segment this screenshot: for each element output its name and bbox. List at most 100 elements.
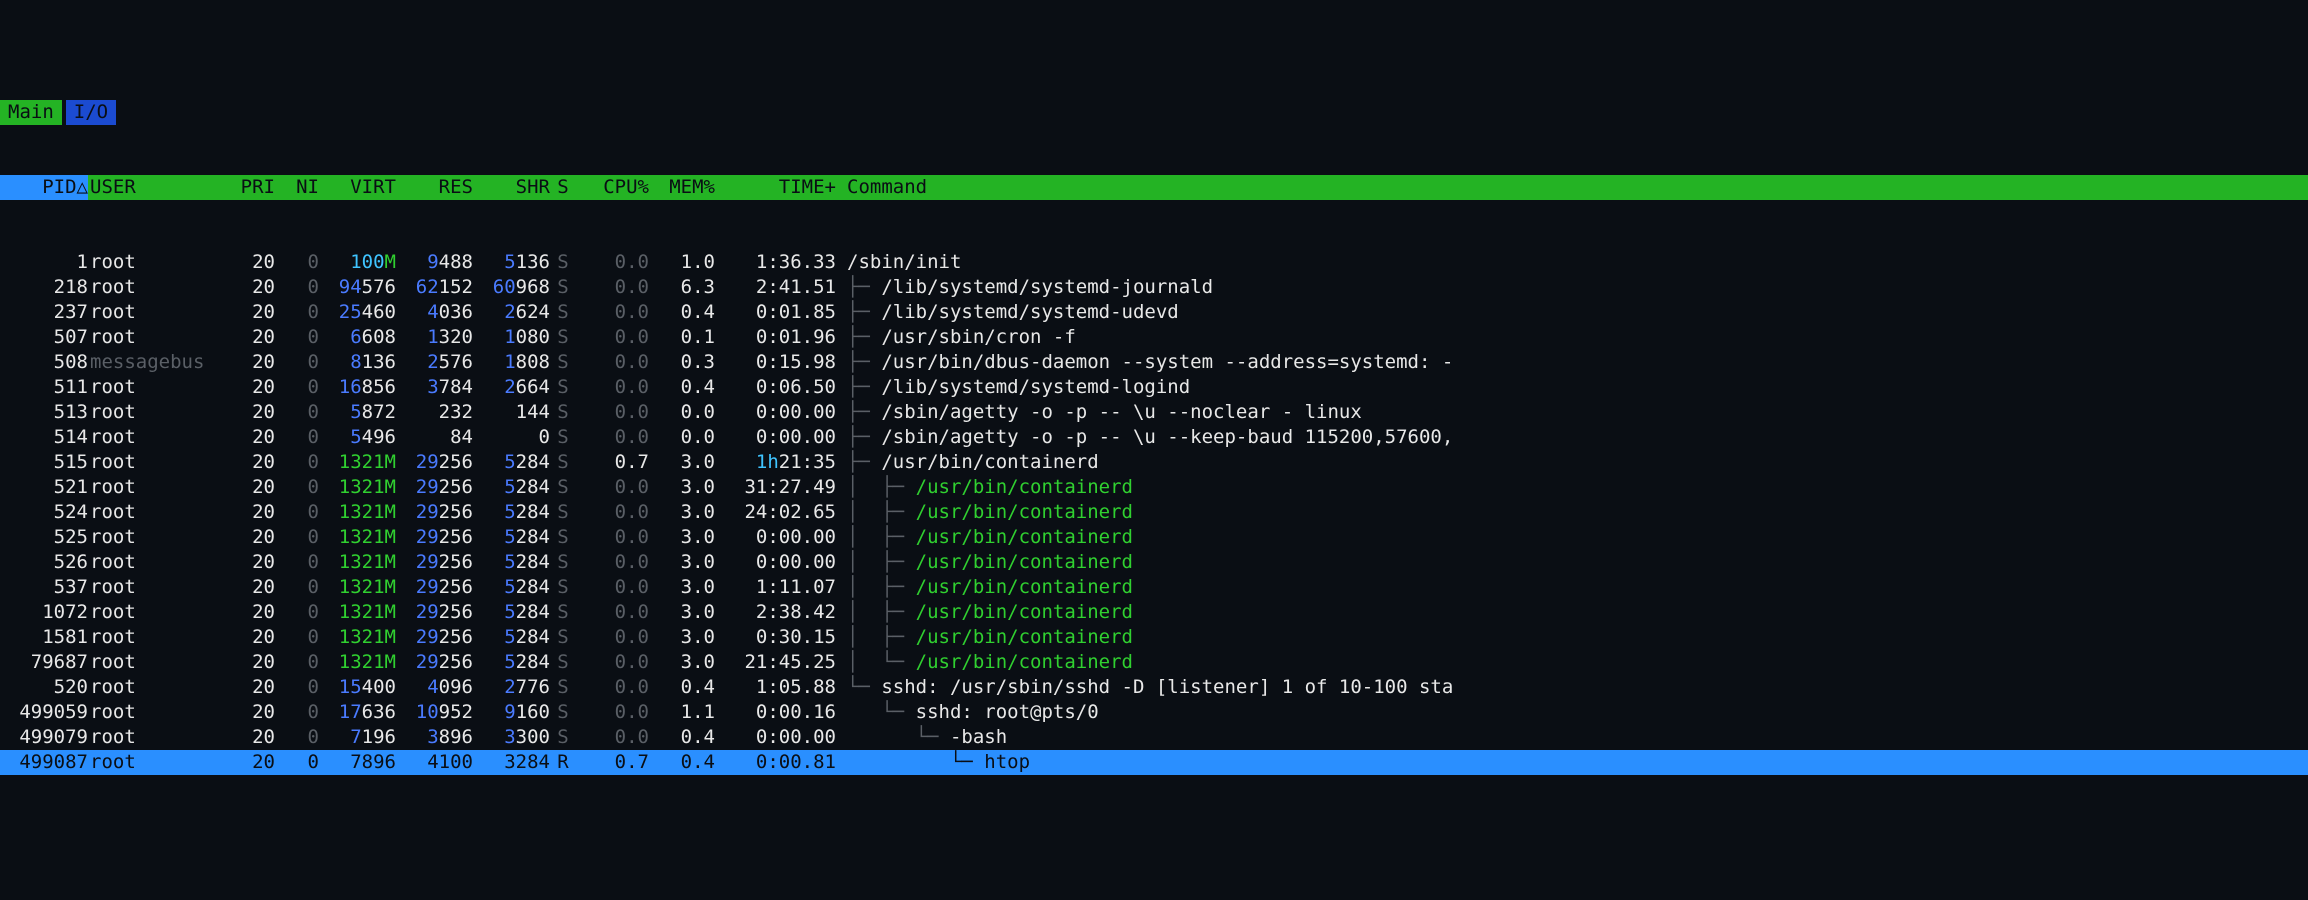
cell-shr: 0 — [473, 425, 550, 450]
process-list[interactable]: 1root200100M94885136S0.01.01:36.33/sbin/… — [0, 250, 2308, 775]
cell-state: S — [550, 575, 572, 600]
cell-state: S — [550, 600, 572, 625]
cell-pid: 1581 — [0, 625, 88, 650]
cell-ni: 0 — [275, 275, 319, 300]
cell-command: │ ├─ /usr/bin/containerd — [836, 525, 2308, 550]
cell-cpu: 0.0 — [572, 400, 649, 425]
header-pid[interactable]: PID△ — [0, 175, 88, 200]
cell-pid: 511 — [0, 375, 88, 400]
cell-ni: 0 — [275, 600, 319, 625]
process-row[interactable]: 524root2001321M292565284S0.03.024:02.65│… — [0, 500, 2308, 525]
cell-command: /sbin/init — [836, 250, 2308, 275]
process-row[interactable]: 526root2001321M292565284S0.03.00:00.00│ … — [0, 550, 2308, 575]
cell-pri: 20 — [220, 250, 275, 275]
cell-user: root — [88, 500, 220, 525]
cell-cpu: 0.0 — [572, 275, 649, 300]
cell-res: 29256 — [396, 550, 473, 575]
cell-res: 3784 — [396, 375, 473, 400]
cell-shr: 5284 — [473, 500, 550, 525]
cell-pid: 515 — [0, 450, 88, 475]
cell-res: 4100 — [396, 750, 473, 775]
cell-cpu: 0.0 — [572, 300, 649, 325]
cell-pri: 20 — [220, 400, 275, 425]
process-row[interactable]: 499059root20017636109529160S0.01.10:00.1… — [0, 700, 2308, 725]
header-ni[interactable]: NI — [275, 175, 319, 200]
cell-time: 1:11.07 — [715, 575, 836, 600]
process-row[interactable]: 513root2005872232144S0.00.00:00.00├─ /sb… — [0, 400, 2308, 425]
cell-state: S — [550, 350, 572, 375]
cell-state: S — [550, 700, 572, 725]
cell-res: 84 — [396, 425, 473, 450]
cell-ni: 0 — [275, 700, 319, 725]
header-cpu[interactable]: CPU% — [572, 175, 649, 200]
cell-ni: 0 — [275, 425, 319, 450]
process-row[interactable]: 499087root200789641003284R0.70.40:00.81 … — [0, 750, 2308, 775]
cell-user: root — [88, 300, 220, 325]
cell-res: 29256 — [396, 450, 473, 475]
cell-command: ├─ /sbin/agetty -o -p -- \u --keep-baud … — [836, 425, 2308, 450]
header-state[interactable]: S — [550, 175, 572, 200]
cell-mem: 3.0 — [649, 525, 715, 550]
cell-shr: 5284 — [473, 450, 550, 475]
cell-user: root — [88, 250, 220, 275]
process-row[interactable]: 237root2002546040362624S0.00.40:01.85├─ … — [0, 300, 2308, 325]
cell-pri: 20 — [220, 550, 275, 575]
cell-pri: 20 — [220, 300, 275, 325]
process-row[interactable]: 511root2001685637842664S0.00.40:06.50├─ … — [0, 375, 2308, 400]
cell-ni: 0 — [275, 350, 319, 375]
header-user[interactable]: USER — [88, 175, 220, 200]
cell-command: └─ sshd: root@pts/0 — [836, 700, 2308, 725]
cell-pid: 499059 — [0, 700, 88, 725]
cell-res: 29256 — [396, 600, 473, 625]
tab-main[interactable]: Main — [0, 100, 62, 125]
cell-cpu: 0.7 — [572, 450, 649, 475]
cell-shr: 5284 — [473, 650, 550, 675]
header-time[interactable]: TIME+ — [715, 175, 836, 200]
process-row[interactable]: 1072root2001321M292565284S0.03.02:38.42│… — [0, 600, 2308, 625]
process-row[interactable]: 537root2001321M292565284S0.03.01:11.07│ … — [0, 575, 2308, 600]
header-command[interactable]: Command — [836, 175, 2308, 200]
process-row[interactable]: 79687root2001321M292565284S0.03.021:45.2… — [0, 650, 2308, 675]
header-virt[interactable]: VIRT — [319, 175, 396, 200]
cell-pid: 1 — [0, 250, 88, 275]
header-res[interactable]: RES — [396, 175, 473, 200]
header-pri[interactable]: PRI — [220, 175, 275, 200]
column-headers[interactable]: PID△USERPRINIVIRTRESSHRSCPU%MEM%TIME+Com… — [0, 175, 2308, 200]
cell-user: root — [88, 675, 220, 700]
process-row[interactable]: 507root200660813201080S0.00.10:01.96├─ /… — [0, 325, 2308, 350]
cell-virt: 94576 — [319, 275, 396, 300]
cell-ni: 0 — [275, 550, 319, 575]
cell-ni: 0 — [275, 625, 319, 650]
process-row[interactable]: 514root2005496840S0.00.00:00.00├─ /sbin/… — [0, 425, 2308, 450]
process-row[interactable]: 525root2001321M292565284S0.03.00:00.00│ … — [0, 525, 2308, 550]
process-row[interactable]: 508messagebus200813625761808S0.00.30:15.… — [0, 350, 2308, 375]
cell-cpu: 0.0 — [572, 725, 649, 750]
header-mem[interactable]: MEM% — [649, 175, 715, 200]
cell-time: 1:05.88 — [715, 675, 836, 700]
cell-res: 4036 — [396, 300, 473, 325]
header-shr[interactable]: SHR — [473, 175, 550, 200]
cell-state: S — [550, 650, 572, 675]
cell-shr: 5284 — [473, 600, 550, 625]
process-row[interactable]: 1581root2001321M292565284S0.03.00:30.15│… — [0, 625, 2308, 650]
cell-shr: 60968 — [473, 275, 550, 300]
cell-virt: 1321M — [319, 625, 396, 650]
process-row[interactable]: 521root2001321M292565284S0.03.031:27.49│… — [0, 475, 2308, 500]
cell-user: root — [88, 400, 220, 425]
process-row[interactable]: 499079root200719638963300S0.00.40:00.00 … — [0, 725, 2308, 750]
cell-mem: 3.0 — [649, 550, 715, 575]
tab-io[interactable]: I/O — [66, 100, 116, 125]
process-row[interactable]: 520root2001540040962776S0.00.41:05.88└─ … — [0, 675, 2308, 700]
cell-state: S — [550, 625, 572, 650]
cell-user: root — [88, 425, 220, 450]
sort-indicator-icon: △ — [77, 176, 88, 198]
cell-mem: 0.4 — [649, 725, 715, 750]
cell-res: 2576 — [396, 350, 473, 375]
cell-res: 29256 — [396, 650, 473, 675]
cell-pri: 20 — [220, 525, 275, 550]
process-row[interactable]: 1root200100M94885136S0.01.01:36.33/sbin/… — [0, 250, 2308, 275]
cell-virt: 1321M — [319, 475, 396, 500]
cell-mem: 3.0 — [649, 625, 715, 650]
process-row[interactable]: 515root2001321M292565284S0.73.01h21:35├─… — [0, 450, 2308, 475]
process-row[interactable]: 218root200945766215260968S0.06.32:41.51├… — [0, 275, 2308, 300]
